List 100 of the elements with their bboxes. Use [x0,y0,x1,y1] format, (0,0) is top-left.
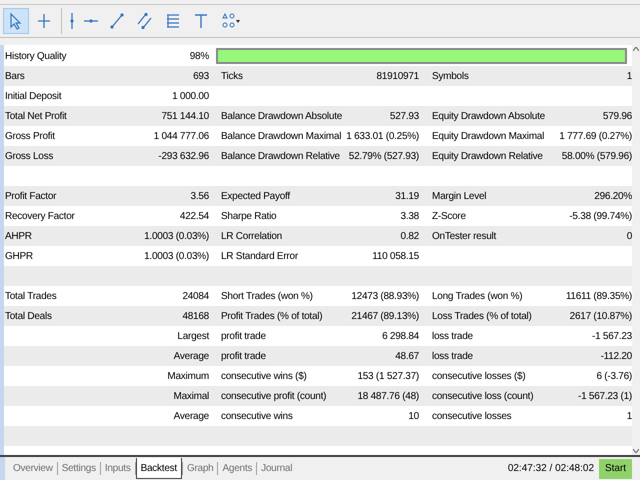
metric-label: Balance Drawdown Absolute [221,110,342,124]
metric-value: 527.93 [390,110,419,124]
report-tab[interactable]: Graph [182,458,218,479]
metric-value: 1 [626,70,632,84]
metric-value: 11611 (89.35%) [566,290,632,304]
metric-value: 110 058.15 [372,250,419,264]
report-tab[interactable]: Settings [58,458,100,479]
crosshair-icon [35,12,53,30]
metric-label: profit trade [221,350,266,364]
metric-label: Equity Drawdown Absolute [432,110,545,124]
metric-value: 18 487.76 (48) [357,390,419,404]
metric-label: Loss Trades (% of total) [432,310,532,324]
metric-label: Sharpe Ratio [221,210,276,224]
metric-label: Gross Loss [5,150,54,164]
channel-icon [136,12,154,30]
metric-value: 751 144.10 [161,110,209,124]
metric-value: 1 633.01 (0.25%) [346,130,419,144]
metric-value: -1 567.23 [592,330,632,344]
metric-label: loss trade [432,330,473,344]
metric-label: Equity Drawdown Maximal [432,130,544,144]
metric-label: consecutive profit (count) [221,390,326,404]
metric-value: 21467 (89.13%) [351,310,419,324]
metric-label: Gross Profit [5,130,55,144]
metric-label: LR Correlation [221,230,282,244]
metric-label: History Quality [5,50,66,64]
metric-value: 693 [193,70,209,84]
metric-label: Long Trades (won %) [432,290,522,304]
trend-line-icon [108,12,126,30]
metric-value: 48.67 [395,350,419,364]
metric-value: -112.20 [600,350,632,364]
metric-label: Maximum [167,370,209,384]
side-strip [0,457,5,480]
metric-label: Average [174,350,209,364]
metric-label: Total Net Profit [5,110,67,124]
metric-label: profit trade [221,330,266,344]
report-tab[interactable]: Journal [257,458,296,479]
metric-value: 579.96 [602,110,632,124]
metric-label: Profit Trades (% of total) [221,310,322,324]
metric-value: 6 (-3.76) [596,370,632,384]
metric-label: Initial Deposit [5,90,62,104]
metric-value: 422.54 [180,210,209,224]
report-tab[interactable]: Backtest [136,458,182,479]
metric-label: Balance Drawdown Relative [221,150,340,164]
metric-value: 1 [626,410,632,424]
report-tab[interactable]: Inputs [100,458,135,479]
metric-label: Z-Score [432,210,466,224]
text-icon [192,12,210,30]
horizontal-line-icon [84,19,98,23]
metric-label: Equity Drawdown Relative [432,150,543,164]
scroll-down-icon[interactable] [633,449,639,453]
metric-value: 1.0003 (0.03%) [144,230,209,244]
metric-value: -5.38 (99.74%) [569,210,632,224]
metric-value: 1.0003 (0.03%) [144,250,209,264]
cursor-tool[interactable] [3,8,29,34]
metric-label: GHPR [5,250,33,264]
metric-label: Bars [5,70,25,84]
metric-label: Margin Level [432,190,486,204]
scrollbar[interactable] [632,45,640,455]
metric-value: 12473 (88.93%) [351,290,419,304]
metric-label: Profit Factor [5,190,56,204]
metric-label: loss trade [432,350,473,364]
metric-value: 52.79% (527.93) [348,150,419,164]
metric-label: OnTester result [432,230,496,244]
elapsed-time: 02:47:32 / 02:48:02 [508,462,594,476]
metric-value: 1 044 777.06 [154,130,209,144]
metric-value: 3.56 [190,190,209,204]
metric-label: Maximal [174,390,209,404]
metric-label: Balance Drawdown Maximal [221,130,342,144]
metric-value: 31.19 [395,190,419,204]
metric-label: consecutive wins ($) [221,370,307,384]
metric-label: Average [174,410,209,424]
metric-value: 0 [626,230,632,244]
metric-value: 10 [408,410,419,424]
scroll-up-icon[interactable] [633,47,639,51]
metric-label: consecutive losses [432,410,512,424]
metric-label: Ticks [221,70,243,84]
metric-label: AHPR [5,230,32,244]
start-button[interactable]: Start [599,458,632,478]
metric-value: 153 (1 527.37) [357,370,419,384]
metric-value: 1 777.69 (0.27%) [559,130,632,144]
metric-label: Total Deals [5,310,52,324]
metric-label: Total Trades [5,290,56,304]
metric-label: Recovery Factor [5,210,75,224]
metric-value: 296.20% [594,190,632,204]
metric-value: 1 000.00 [172,90,209,104]
metric-value: 3.38 [400,210,419,224]
metric-value: 81910971 [376,70,419,84]
metric-label: consecutive loss (count) [432,390,534,404]
metric-label: Expected Payoff [221,190,290,204]
metric-value: 48168 [182,310,209,324]
metric-label: Largest [177,330,209,344]
metric-value: 24084 [182,290,209,304]
metric-value: 0.82 [400,230,419,244]
metric-value: 58.00% (579.96) [562,150,632,164]
report-tab[interactable]: Overview [9,458,57,479]
shapes-icon [220,12,241,30]
fibonacci-lines-icon [164,12,182,30]
metric-value: -1 567.23 (1) [578,390,632,404]
report-tab[interactable]: Agents [218,458,256,479]
metric-value: 2617 (10.87%) [570,310,632,324]
